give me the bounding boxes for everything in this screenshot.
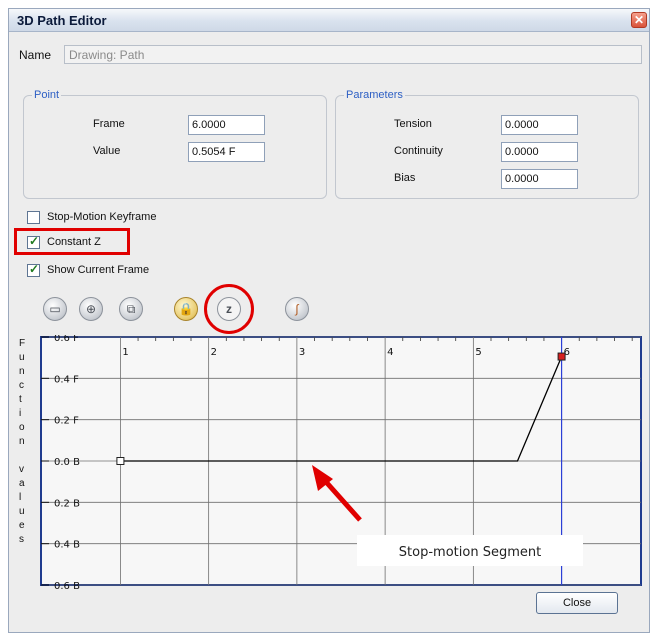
y-tick-label: 0.4 F [54,374,79,385]
reset-view-button[interactable]: ▭ [43,297,67,321]
show-frame-label: Show Current Frame [47,264,150,276]
y-axis-letter: n [19,366,25,377]
y-axis-letter: i [19,408,22,419]
bias-field[interactable]: 0.0000 [501,169,578,189]
y-axis-letter: c [19,380,24,391]
check-icon: ✓ [29,234,40,248]
keyframe-point [116,457,125,465]
parameters-group: Parameters Tension 0.0000 Continuity 0.0… [335,89,639,199]
function-graph[interactable]: 0.6 F 0.4 F 0.2 F 0.0 B 0.2 B 0.4 B 0.6 B 1 2 3 4… [35,335,649,595]
y-axis-letter: u [19,506,25,517]
y-axis-letter: v [19,464,24,475]
y-axis-letter: n [19,436,25,447]
y-tick-label: 0.6 B [54,581,80,592]
y-axis-letter: t [19,394,22,405]
y-axis-letter: s [19,534,24,545]
frame-label: Frame [93,118,125,130]
y-axis-letter: l [19,492,22,503]
constant-z-checkbox[interactable]: ✓ [27,234,40,249]
x-tick-label: 2 [211,347,217,358]
name-field[interactable]: Drawing: Path [64,45,642,64]
y-tick-label: 0.2 F [54,416,79,427]
title-bar[interactable]: 3D Path Editor ✕ [9,9,649,32]
value-field[interactable]: 0.5054 F [188,142,265,162]
y-tick-label: 0.4 B [54,540,80,551]
y-tick-label: 0.6 F [54,335,79,344]
copy-icon: ⧉ [126,302,136,316]
y-axis-letter: F [19,338,26,349]
y-axis-letter: o [19,422,25,433]
x-tick-label: 1 [122,347,128,358]
highlight-circle [204,284,254,334]
frame-field[interactable]: 6.0000 [188,115,265,135]
show-frame-checkbox[interactable]: ✓ [27,262,40,277]
frame-icon: ▭ [49,302,61,316]
target-icon: ⊕ [85,302,97,316]
point-group: Point Frame 6.0000 Value 0.5054 F [23,89,327,199]
annotation-text: Stop-motion Segment [399,545,541,560]
lock-button[interactable]: 🔒 [174,297,198,321]
stop-motion-checkbox[interactable] [27,211,40,224]
curve-icon: ∫ [295,302,299,316]
name-label: Name [19,48,52,62]
close-icon[interactable]: ✕ [631,12,647,28]
continuity-field[interactable]: 0.0000 [501,142,578,162]
point-legend: Point [32,89,62,101]
tension-label: Tension [394,118,432,130]
y-tick-label: 0.0 B [54,457,80,468]
window-title: 3D Path Editor [17,13,107,28]
y-tick-label: 0.2 B [54,498,80,509]
stop-motion-label: Stop-Motion Keyframe [47,211,157,223]
copy-button[interactable]: ⧉ [119,297,143,321]
close-button[interactable]: Close [536,592,618,614]
y-axis-letter: u [19,352,25,363]
keyframe-point [557,352,566,361]
y-axis-letter: e [19,520,25,531]
parameters-legend: Parameters [344,89,405,101]
constant-z-label: Constant Z [47,236,101,248]
x-tick-label: 5 [475,347,481,358]
bias-label: Bias [394,172,416,184]
x-tick-label: 3 [299,347,305,358]
x-tick-label: 4 [387,347,393,358]
tension-field[interactable]: 0.0000 [501,115,578,135]
smooth-button[interactable]: ⊕ [79,297,103,321]
value-label: Value [93,145,121,157]
continuity-label: Continuity [394,145,443,157]
y-axis-letter: a [19,478,25,489]
curve-button[interactable]: ∫ [285,297,309,321]
lock-icon: 🔒 [178,302,194,316]
check-icon: ✓ [29,262,40,276]
path-editor-window: 3D Path Editor ✕ Name Drawing: Path Poin… [8,8,650,633]
